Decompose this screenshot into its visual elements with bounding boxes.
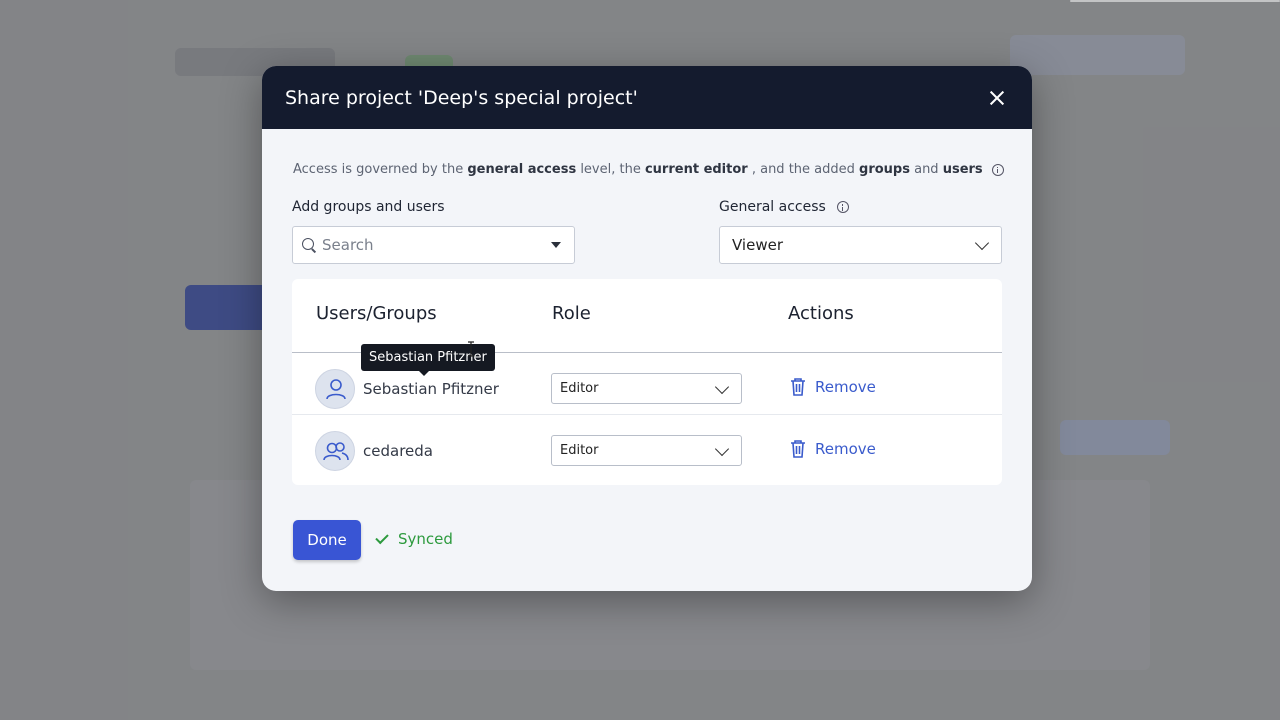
info-text-1: Access is governed by the [293, 162, 468, 177]
chevron-down-icon [714, 379, 730, 395]
done-button[interactable]: Done [293, 520, 361, 560]
row-divider [292, 414, 1002, 415]
table-row: cedareda Editor Remove [292, 417, 1002, 479]
general-access-value: Viewer [732, 236, 783, 254]
remove-button[interactable]: Remove [789, 439, 876, 459]
info-text-3: , and the added [747, 162, 860, 177]
role-select[interactable]: Editor [551, 373, 742, 404]
add-groups-label: Add groups and users [292, 199, 445, 215]
caret-down-icon[interactable] [551, 242, 561, 248]
search-icon [301, 237, 317, 253]
user-icon [326, 379, 346, 400]
member-name: cedareda [363, 442, 433, 460]
role-value: Editor [560, 443, 599, 458]
info-icon[interactable] [991, 163, 1004, 176]
dialog-header: Share project 'Deep's special project' [262, 66, 1032, 129]
role-select[interactable]: Editor [551, 435, 742, 466]
dialog-title: Share project 'Deep's special project' [285, 86, 638, 109]
info-bold-users: users [942, 162, 983, 177]
trash-icon [791, 378, 805, 396]
member-name: Sebastian Pfitzner [363, 380, 499, 398]
info-text-2: level, the [576, 162, 645, 177]
sync-status-label: Synced [398, 530, 453, 548]
search-field[interactable] [292, 226, 575, 264]
check-icon [375, 530, 389, 544]
access-info-text: Access is governed by the general access… [293, 162, 1004, 177]
info-bold-current-editor: current editor [644, 162, 748, 177]
general-access-info-icon[interactable] [836, 201, 849, 213]
header-actions: Actions [788, 303, 854, 324]
role-value: Editor [560, 381, 599, 396]
header-role: Role [552, 303, 591, 324]
share-dialog: Share project 'Deep's special project' A… [262, 66, 1032, 591]
general-access-label-wrap: General access [719, 199, 849, 215]
info-text-4: and [909, 162, 943, 177]
chevron-down-icon [974, 235, 990, 251]
chevron-down-icon [714, 441, 730, 457]
text-cursor-icon [468, 341, 474, 357]
group-avatar [315, 431, 355, 471]
remove-button[interactable]: Remove [789, 377, 876, 397]
remove-label: Remove [815, 440, 876, 458]
user-avatar [315, 369, 355, 409]
trash-icon [791, 440, 805, 458]
general-access-select[interactable]: Viewer [719, 226, 1002, 264]
general-access-label: General access [719, 199, 826, 215]
sync-status: Synced [375, 530, 453, 548]
info-bold-groups: groups [859, 162, 910, 177]
remove-label: Remove [815, 378, 876, 396]
search-input[interactable] [322, 236, 542, 254]
close-icon[interactable] [985, 86, 1009, 110]
members-table: Users/Groups Role Actions Sebastian Pfit… [292, 279, 1002, 485]
group-icon [323, 442, 349, 461]
header-users-groups: Users/Groups [316, 303, 437, 324]
info-bold-general-access: general access [467, 162, 577, 177]
